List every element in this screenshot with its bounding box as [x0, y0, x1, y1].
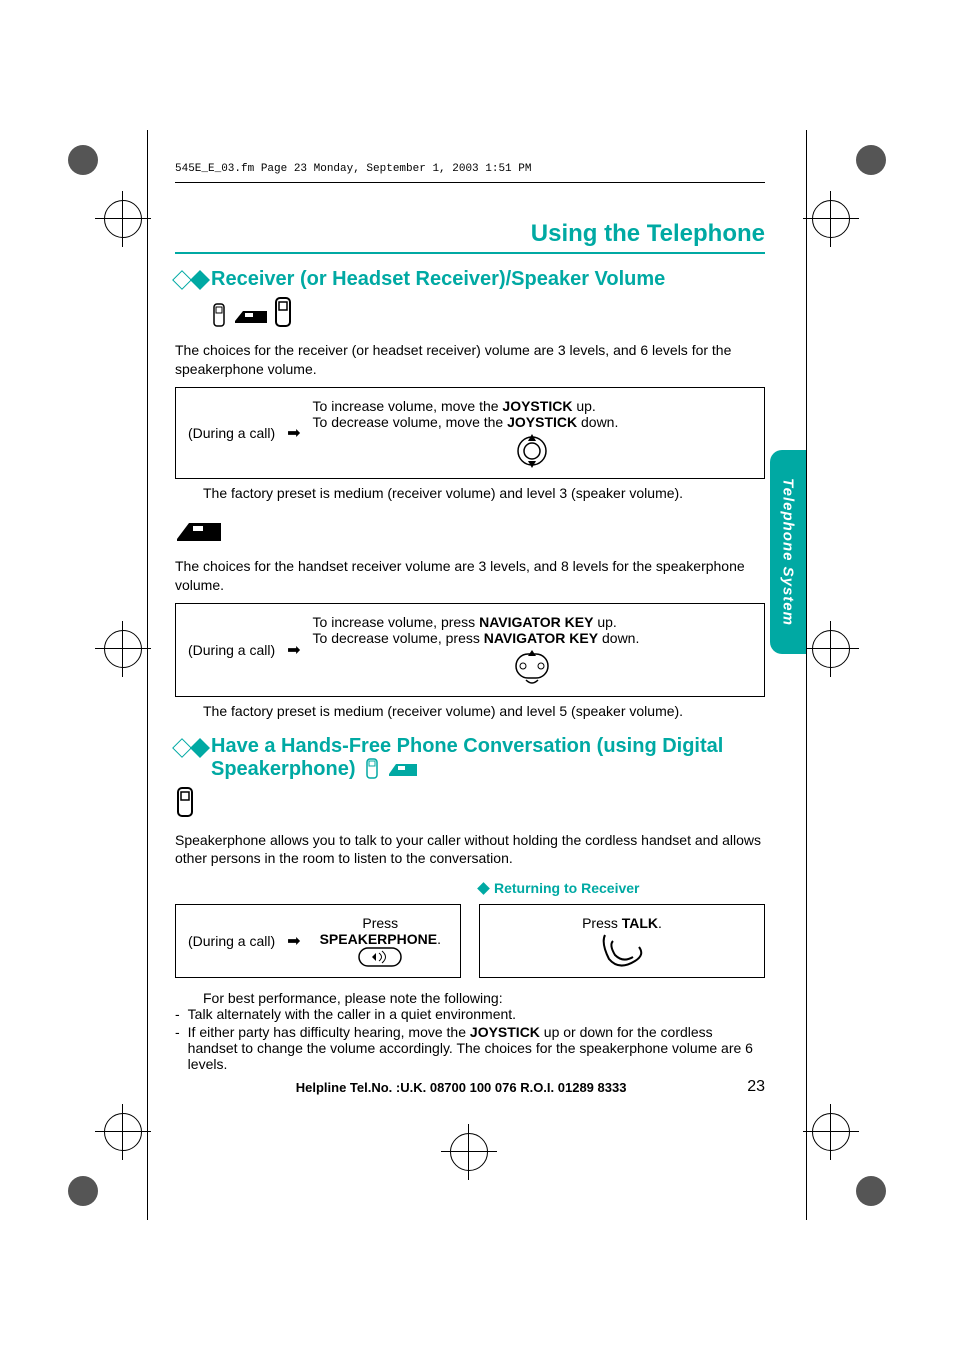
page-footer: Helpline Tel.No. :U.K. 08700 100 076 R.O…: [175, 1078, 765, 1096]
bullet-dash: -: [175, 1024, 180, 1072]
talk-press-text: Press TALK.: [492, 915, 752, 967]
device-icon-handset: [175, 787, 195, 819]
registration-mark-icon: [104, 630, 142, 668]
page-number: 23: [747, 1078, 765, 1096]
volume-intro: The choices for the receiver (or headset…: [175, 341, 765, 379]
during-call-label: (During a call): [188, 425, 275, 441]
talk-press-box: Press TALK.: [479, 904, 765, 978]
joystick-instruction-text: To increase volume, move the JOYSTICK up…: [313, 398, 752, 468]
talk-button-icon: [599, 931, 645, 967]
during-call-label: (During a call): [188, 642, 275, 658]
section-tab-label: Telephone System: [780, 478, 797, 626]
page-title: Using the Telephone: [175, 220, 765, 248]
speakerphone-press-box: (During a call) ➡ Press SPEAKERPHONE.: [175, 904, 461, 978]
registration-mark-icon: [812, 200, 850, 238]
joystick-word: JOYSTICK: [502, 398, 572, 414]
speakerphone-button-icon: [358, 947, 402, 967]
speakerphone-press-text: Press SPEAKERPHONE.: [313, 915, 448, 967]
text: Press: [582, 915, 622, 931]
joystick-instruction-box: (During a call) ➡ To increase volume, mo…: [175, 387, 765, 479]
speakerphone-boxes: (During a call) ➡ Press SPEAKERPHONE.: [175, 872, 765, 984]
helpline-text: Helpline Tel.No. :U.K. 08700 100 076 R.O…: [175, 1080, 747, 1095]
note-2: If either party has difficulty hearing, …: [188, 1024, 765, 1072]
device-icons: [211, 303, 269, 329]
registration-mark-icon: [104, 1113, 142, 1151]
during-call-label: (During a call): [188, 933, 275, 949]
device-icon-base: [175, 517, 223, 545]
text: To decrease volume, press: [313, 630, 484, 646]
speakerphone-word: SPEAKERPHONE: [320, 931, 437, 947]
navigator-word: NAVIGATOR KEY: [484, 630, 598, 646]
crop-line: [806, 130, 807, 1220]
registration-mark-icon: [104, 200, 142, 238]
performance-lead: For best performance, please note the fo…: [203, 990, 765, 1006]
section-heading-speakerphone: Have a Hands-Free Phone Conversation (us…: [175, 735, 765, 781]
handset-large-icon: [273, 297, 293, 329]
text: down.: [598, 630, 639, 646]
volume-intro-2: The choices for the handset receiver vol…: [175, 557, 765, 595]
content-area: Using the Telephone Receiver (or Headset…: [175, 220, 765, 1074]
navigator-word: NAVIGATOR KEY: [479, 614, 593, 630]
crop-mark-icon: [68, 145, 98, 175]
page: 545E_E_03.fm Page 23 Monday, September 1…: [0, 0, 954, 1351]
handset-small-icon: [211, 303, 227, 329]
handset-small-icon: [365, 758, 379, 780]
registration-mark-icon: [812, 630, 850, 668]
speakerphone-intro: Speakerphone allows you to talk to your …: [175, 831, 765, 869]
returning-to-receiver-heading: Returning to Receiver: [479, 880, 765, 896]
note-1: Talk alternately with the caller in a qu…: [188, 1006, 516, 1022]
section-tab: Telephone System: [770, 450, 806, 654]
text: To increase volume, move the: [313, 398, 503, 414]
diamond-icon: [190, 270, 210, 290]
text: .: [437, 931, 441, 947]
section-heading-volume: Receiver (or Headset Receiver)/Speaker V…: [175, 268, 765, 291]
crop-mark-icon: [856, 1176, 886, 1206]
text: up.: [572, 398, 595, 414]
device-icon-handset: [273, 297, 293, 329]
factory-preset-2: The factory preset is medium (receiver v…: [203, 703, 765, 719]
bullet-dash: -: [175, 1006, 180, 1022]
arrow-right-icon: ➡: [287, 640, 300, 660]
text: To decrease volume, move the: [313, 414, 508, 430]
text: Press: [313, 915, 448, 931]
text: Returning to Receiver: [494, 880, 639, 896]
diamond-icon: [190, 738, 210, 758]
registration-mark-icon: [450, 1133, 488, 1171]
crop-mark-icon: [68, 1176, 98, 1206]
joystick-icon: [515, 434, 549, 468]
source-file-path: 545E_E_03.fm Page 23 Monday, September 1…: [175, 163, 531, 175]
navigator-instruction-box: (During a call) ➡ To increase volume, pr…: [175, 603, 765, 697]
arrow-right-icon: ➡: [287, 931, 300, 951]
arrow-right-icon: ➡: [287, 423, 300, 443]
section-heading-text: Receiver (or Headset Receiver)/Speaker V…: [211, 268, 765, 291]
base-unit-icon: [233, 305, 269, 327]
text: down.: [577, 414, 618, 430]
joystick-word: JOYSTICK: [470, 1024, 540, 1040]
diamond-icon: [477, 882, 490, 895]
text: up.: [593, 614, 616, 630]
text: If either party has difficulty hearing, …: [188, 1024, 470, 1040]
talk-word: TALK: [622, 915, 658, 931]
title-rule: [175, 252, 765, 254]
handset-large-icon: [175, 787, 195, 819]
section-heading-text: Have a Hands-Free Phone Conversation (us…: [211, 735, 765, 781]
text: .: [658, 915, 662, 931]
joystick-word: JOYSTICK: [507, 414, 577, 430]
navigator-instruction-text: To increase volume, press NAVIGATOR KEY …: [313, 614, 752, 686]
registration-mark-icon: [812, 1113, 850, 1151]
text: To increase volume, press: [313, 614, 480, 630]
crop-mark-icon: [856, 145, 886, 175]
navigator-key-icon: [512, 650, 552, 686]
base-unit-large-icon: [175, 517, 223, 545]
text: Have a Hands-Free Phone Conversation (us…: [211, 735, 723, 780]
crop-line: [147, 130, 148, 1220]
header-rule: [175, 182, 765, 183]
base-unit-icon: [387, 759, 419, 779]
performance-notes: For best performance, please note the fo…: [175, 990, 765, 1072]
factory-preset-1: The factory preset is medium (receiver v…: [203, 485, 765, 501]
